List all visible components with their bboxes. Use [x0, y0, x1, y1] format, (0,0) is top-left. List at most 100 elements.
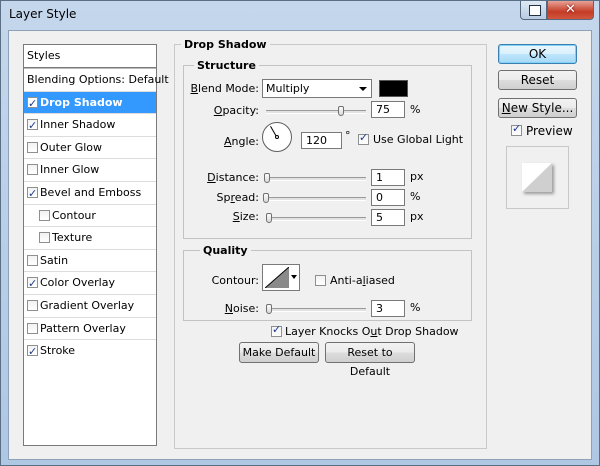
- angle-label: Angle:: [223, 135, 259, 148]
- anti-aliased-checkbox[interactable]: [315, 275, 326, 286]
- opacity-slider-thumb[interactable]: [338, 106, 344, 116]
- distance-slider-thumb[interactable]: [264, 173, 270, 183]
- noise-label: Noise:: [224, 302, 259, 315]
- style-item-gradient-overlay[interactable]: Gradient Overlay: [24, 293, 156, 317]
- use-global-light-checkbox[interactable]: [358, 131, 369, 145]
- structure-group: Structure Blend Mode: Multiply Opacity: …: [183, 59, 472, 239]
- style-item-label: Pattern Overlay: [40, 321, 126, 335]
- size-label: Size:: [232, 210, 259, 223]
- style-checkbox[interactable]: [27, 115, 38, 136]
- style-item-label: Contour: [52, 208, 96, 222]
- style-item-outer-glow[interactable]: Outer Glow: [24, 135, 156, 159]
- style-item-label: Color Overlay: [40, 276, 115, 290]
- knockout-label[interactable]: Layer Knocks Out Drop Shadow: [285, 325, 459, 338]
- blend-mode-label: Blend Mode:: [190, 82, 260, 95]
- style-checkbox[interactable]: [39, 232, 50, 244]
- chevron-down-icon: [359, 87, 367, 91]
- title-bar[interactable]: Layer Style ✕: [1, 1, 599, 29]
- style-item-texture[interactable]: Texture: [24, 226, 156, 249]
- window-icon: [529, 5, 541, 16]
- drop-shadow-panel: Drop Shadow Structure Blend Mode: Multip…: [174, 38, 487, 449]
- new-style-button[interactable]: New Style...: [498, 98, 577, 118]
- styles-list: Styles Blending Options: Default Drop Sha…: [23, 44, 169, 446]
- noise-field[interactable]: 3: [371, 300, 405, 317]
- dialog-body: Styles Blending Options: Default Drop Sha…: [8, 30, 592, 460]
- close-button[interactable]: ✕: [547, 1, 594, 20]
- style-checkbox[interactable]: [27, 299, 38, 311]
- angle-field[interactable]: 120: [301, 132, 342, 149]
- preview-label[interactable]: Preview: [526, 124, 573, 138]
- style-checkbox[interactable]: [27, 254, 38, 266]
- style-item-label: Stroke: [40, 344, 76, 358]
- layer-style-dialog: Layer Style ✕ Styles Blending Options: D…: [0, 0, 600, 466]
- angle-dial[interactable]: [262, 122, 292, 152]
- ok-button[interactable]: OK: [498, 44, 577, 64]
- spread-unit: %: [410, 190, 421, 203]
- opacity-field[interactable]: 75: [371, 101, 405, 118]
- style-preview: [506, 146, 569, 209]
- use-global-light-label[interactable]: Use Global Light: [373, 133, 463, 146]
- help-button[interactable]: [520, 1, 547, 20]
- style-checkbox[interactable]: [27, 322, 38, 334]
- chevron-down-icon: [291, 275, 297, 279]
- style-checkbox[interactable]: [27, 341, 38, 362]
- style-item-blending-options-default[interactable]: Blending Options: Default: [24, 68, 169, 91]
- size-field[interactable]: 5: [371, 209, 405, 226]
- noise-slider-thumb[interactable]: [266, 304, 272, 314]
- shadow-color-swatch[interactable]: [379, 80, 408, 97]
- drop-shadow-title: Drop Shadow: [181, 38, 270, 51]
- style-item-color-overlay[interactable]: Color Overlay: [24, 271, 156, 294]
- opacity-slider[interactable]: [266, 106, 366, 116]
- quality-title: Quality: [200, 244, 251, 257]
- make-default-button[interactable]: Make Default: [239, 342, 319, 363]
- spread-slider[interactable]: [263, 193, 366, 203]
- styles-header[interactable]: Styles: [24, 45, 156, 68]
- style-checkbox[interactable]: [27, 183, 38, 204]
- size-slider-thumb[interactable]: [266, 213, 272, 223]
- contour-curve-icon: [265, 267, 289, 288]
- noise-unit: %: [410, 301, 421, 314]
- opacity-unit: %: [410, 103, 421, 116]
- style-item-contour[interactable]: Contour: [24, 203, 156, 227]
- spread-field[interactable]: 0: [371, 189, 405, 206]
- style-item-label: Satin: [40, 253, 69, 267]
- style-checkbox[interactable]: [27, 164, 38, 176]
- anti-aliased-label[interactable]: Anti-aliased: [330, 274, 395, 287]
- style-item-label: Inner Glow: [40, 163, 100, 177]
- window-title: Layer Style: [9, 7, 77, 21]
- style-checkbox[interactable]: [27, 93, 38, 114]
- style-item-stroke[interactable]: Stroke: [24, 339, 156, 362]
- style-checkbox[interactable]: [27, 141, 38, 153]
- blend-mode-select[interactable]: Multiply: [262, 79, 372, 98]
- style-item-bevel-and-emboss[interactable]: Bevel and Emboss: [24, 180, 156, 204]
- quality-group: Quality Contour: Anti-aliased Noise: 3 %: [183, 244, 472, 321]
- knockout-checkbox[interactable]: [271, 323, 282, 337]
- distance-slider[interactable]: [264, 173, 366, 183]
- spread-label: Spread:: [216, 191, 259, 204]
- close-icon: ✕: [565, 2, 576, 17]
- style-item-label: Inner Shadow: [40, 118, 116, 132]
- distance-field[interactable]: 1: [371, 169, 405, 186]
- angle-dial-center: [275, 135, 279, 139]
- style-item-label: Outer Glow: [40, 140, 103, 154]
- style-checkbox[interactable]: [39, 209, 50, 221]
- style-item-drop-shadow[interactable]: Drop Shadow: [24, 90, 156, 114]
- preview-checkbox[interactable]: [511, 122, 522, 136]
- preview-thumbnail: [522, 163, 552, 192]
- spread-slider-thumb[interactable]: [263, 193, 269, 203]
- opacity-label: Opacity:: [213, 104, 259, 117]
- reset-to-default-button[interactable]: Reset to Default: [325, 342, 415, 378]
- noise-slider[interactable]: [266, 304, 366, 314]
- style-item-label: Bevel and Emboss: [40, 185, 142, 199]
- reset-button[interactable]: Reset: [498, 70, 577, 90]
- style-item-inner-glow[interactable]: Inner Glow: [24, 158, 156, 181]
- style-item-satin[interactable]: Satin: [24, 248, 156, 272]
- style-checkbox[interactable]: [27, 273, 38, 294]
- style-item-inner-shadow[interactable]: Inner Shadow: [24, 113, 156, 136]
- contour-picker[interactable]: [262, 264, 300, 291]
- style-item-pattern-overlay[interactable]: Pattern Overlay: [24, 316, 156, 340]
- size-slider[interactable]: [266, 213, 366, 223]
- structure-title: Structure: [194, 59, 259, 72]
- style-item-label: Blending Options: Default: [27, 73, 169, 86]
- style-item-label: Drop Shadow: [40, 95, 123, 109]
